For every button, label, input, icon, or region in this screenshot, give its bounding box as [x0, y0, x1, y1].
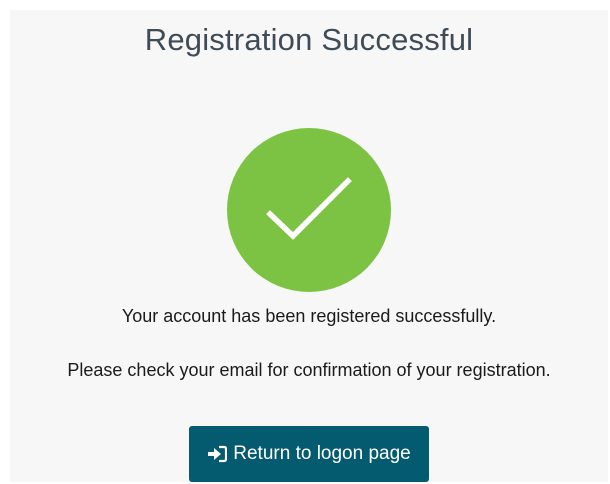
sign-in-icon	[207, 445, 228, 463]
registration-panel: Registration Successful Your account has…	[10, 10, 608, 482]
page-title: Registration Successful	[144, 22, 474, 57]
confirmation-message: Please check your email for confirmation…	[67, 360, 551, 380]
return-button-label: Return to logon page	[233, 443, 411, 464]
success-badge	[227, 128, 391, 292]
success-message: Your account has been registered success…	[121, 306, 497, 326]
check-icon	[266, 177, 352, 240]
return-to-logon-button[interactable]: Return to logon page	[189, 426, 429, 482]
